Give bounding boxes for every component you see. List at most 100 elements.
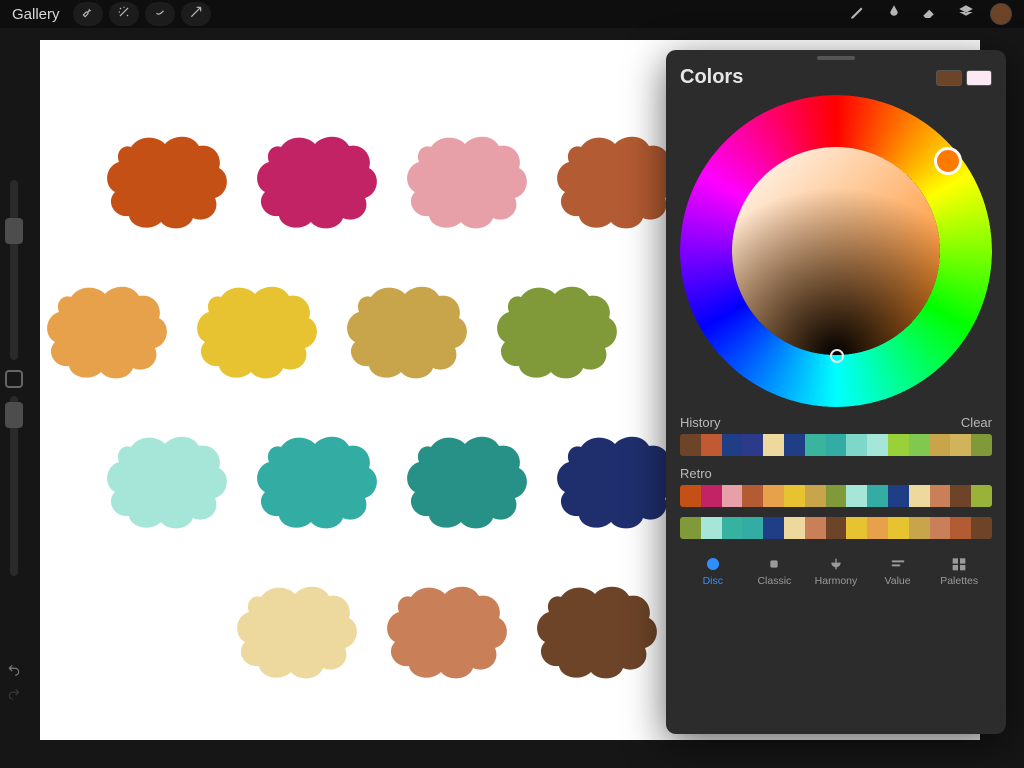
undo-button[interactable]	[2, 660, 26, 680]
brush-size-slider[interactable]	[10, 180, 18, 360]
paint-blob	[486, 272, 636, 392]
sv-disc[interactable]	[732, 147, 940, 355]
palette-cell[interactable]	[763, 434, 784, 456]
tab-disc[interactable]: Disc	[682, 555, 744, 587]
paint-blob	[396, 422, 546, 542]
arrow-icon	[189, 5, 203, 24]
palette-cell[interactable]	[784, 485, 805, 507]
mini-swatch[interactable]	[966, 70, 992, 86]
palette-cell[interactable]	[888, 485, 909, 507]
tab-classic[interactable]: Classic	[744, 555, 806, 587]
eraser-icon	[921, 3, 939, 26]
classic-icon	[744, 555, 806, 573]
palettes-icon	[928, 555, 990, 573]
layers-icon	[957, 3, 975, 26]
palette-cell[interactable]	[867, 485, 888, 507]
smudge-button[interactable]	[879, 2, 909, 26]
palette-cell[interactable]	[722, 517, 743, 539]
smudge-icon	[885, 3, 903, 26]
paint-blob	[36, 272, 186, 392]
transform-button[interactable]	[181, 2, 211, 26]
selection-icon	[153, 5, 167, 24]
gallery-button[interactable]: Gallery	[12, 6, 60, 23]
palette-cell[interactable]	[867, 517, 888, 539]
palette-cell[interactable]	[909, 517, 930, 539]
brush-button[interactable]	[843, 2, 873, 26]
palette-cell[interactable]	[971, 434, 992, 456]
palette-cell[interactable]	[742, 434, 763, 456]
palette-cell[interactable]	[722, 485, 743, 507]
palette-cell[interactable]	[701, 434, 722, 456]
tab-harmony[interactable]: Harmony	[805, 555, 867, 587]
adjustments-button[interactable]	[109, 2, 139, 26]
panel-grabber[interactable]	[817, 56, 855, 60]
left-rail	[0, 180, 28, 708]
palette-cell[interactable]	[930, 517, 951, 539]
palette-cell[interactable]	[701, 517, 722, 539]
paint-blob	[396, 122, 546, 242]
palette-cell[interactable]	[784, 517, 805, 539]
opacity-slider[interactable]	[10, 396, 18, 576]
palette-cell[interactable]	[805, 517, 826, 539]
paint-blob	[186, 272, 336, 392]
paint-blob	[526, 572, 676, 692]
palette-cell[interactable]	[971, 485, 992, 507]
mini-swatch[interactable]	[936, 70, 962, 86]
palette-cell[interactable]	[701, 485, 722, 507]
topbar: Gallery	[0, 0, 1024, 28]
palette-cell[interactable]	[805, 434, 826, 456]
sv-handle[interactable]	[830, 349, 844, 363]
palette-cell[interactable]	[680, 434, 701, 456]
value-icon	[867, 555, 929, 573]
actions-button[interactable]	[73, 2, 103, 26]
layers-button[interactable]	[951, 2, 981, 26]
modifier-button[interactable]	[5, 370, 23, 388]
panel-tabbar: DiscClassicHarmonyValuePalettes	[680, 549, 992, 587]
palette-cell[interactable]	[950, 485, 971, 507]
retro-row	[680, 485, 992, 507]
hue-handle[interactable]	[934, 147, 962, 175]
selection-button[interactable]	[145, 2, 175, 26]
palette-cell[interactable]	[888, 517, 909, 539]
palette-cell[interactable]	[826, 517, 847, 539]
palette-cell[interactable]	[742, 485, 763, 507]
palette-cell[interactable]	[784, 434, 805, 456]
palette-cell[interactable]	[909, 434, 930, 456]
color-wheel[interactable]	[680, 95, 992, 407]
palette-cell[interactable]	[971, 517, 992, 539]
colors-panel: Colors History Clear Retro DiscClassicHa…	[666, 50, 1006, 734]
wrench-icon	[81, 5, 95, 24]
clear-history-button[interactable]: Clear	[961, 415, 992, 430]
palette-cell[interactable]	[763, 517, 784, 539]
palette-cell[interactable]	[763, 485, 784, 507]
paint-blob	[96, 122, 246, 242]
palette-cell[interactable]	[680, 517, 701, 539]
palette-cell[interactable]	[805, 485, 826, 507]
palette-cell[interactable]	[930, 485, 951, 507]
palette-cell[interactable]	[680, 485, 701, 507]
palette-cell[interactable]	[846, 517, 867, 539]
tab-value[interactable]: Value	[867, 555, 929, 587]
palette-cell[interactable]	[888, 434, 909, 456]
palette-cell[interactable]	[826, 485, 847, 507]
wand-icon	[117, 5, 131, 24]
palette-cell[interactable]	[867, 434, 888, 456]
palette-cell[interactable]	[930, 434, 951, 456]
palette-cell[interactable]	[950, 434, 971, 456]
palette-cell[interactable]	[722, 434, 743, 456]
redo-button[interactable]	[2, 684, 26, 704]
palette-cell[interactable]	[846, 434, 867, 456]
tab-palettes[interactable]: Palettes	[928, 555, 990, 587]
color-button[interactable]	[990, 3, 1012, 25]
paint-blob	[226, 572, 376, 692]
palette-cell[interactable]	[846, 485, 867, 507]
palette-cell[interactable]	[950, 517, 971, 539]
harmony-icon	[805, 555, 867, 573]
extra-row	[680, 517, 992, 539]
paint-blob	[96, 422, 246, 542]
palette-cell[interactable]	[742, 517, 763, 539]
palette-cell[interactable]	[909, 485, 930, 507]
palette-cell[interactable]	[826, 434, 847, 456]
eraser-button[interactable]	[915, 2, 945, 26]
paint-blob	[376, 572, 526, 692]
